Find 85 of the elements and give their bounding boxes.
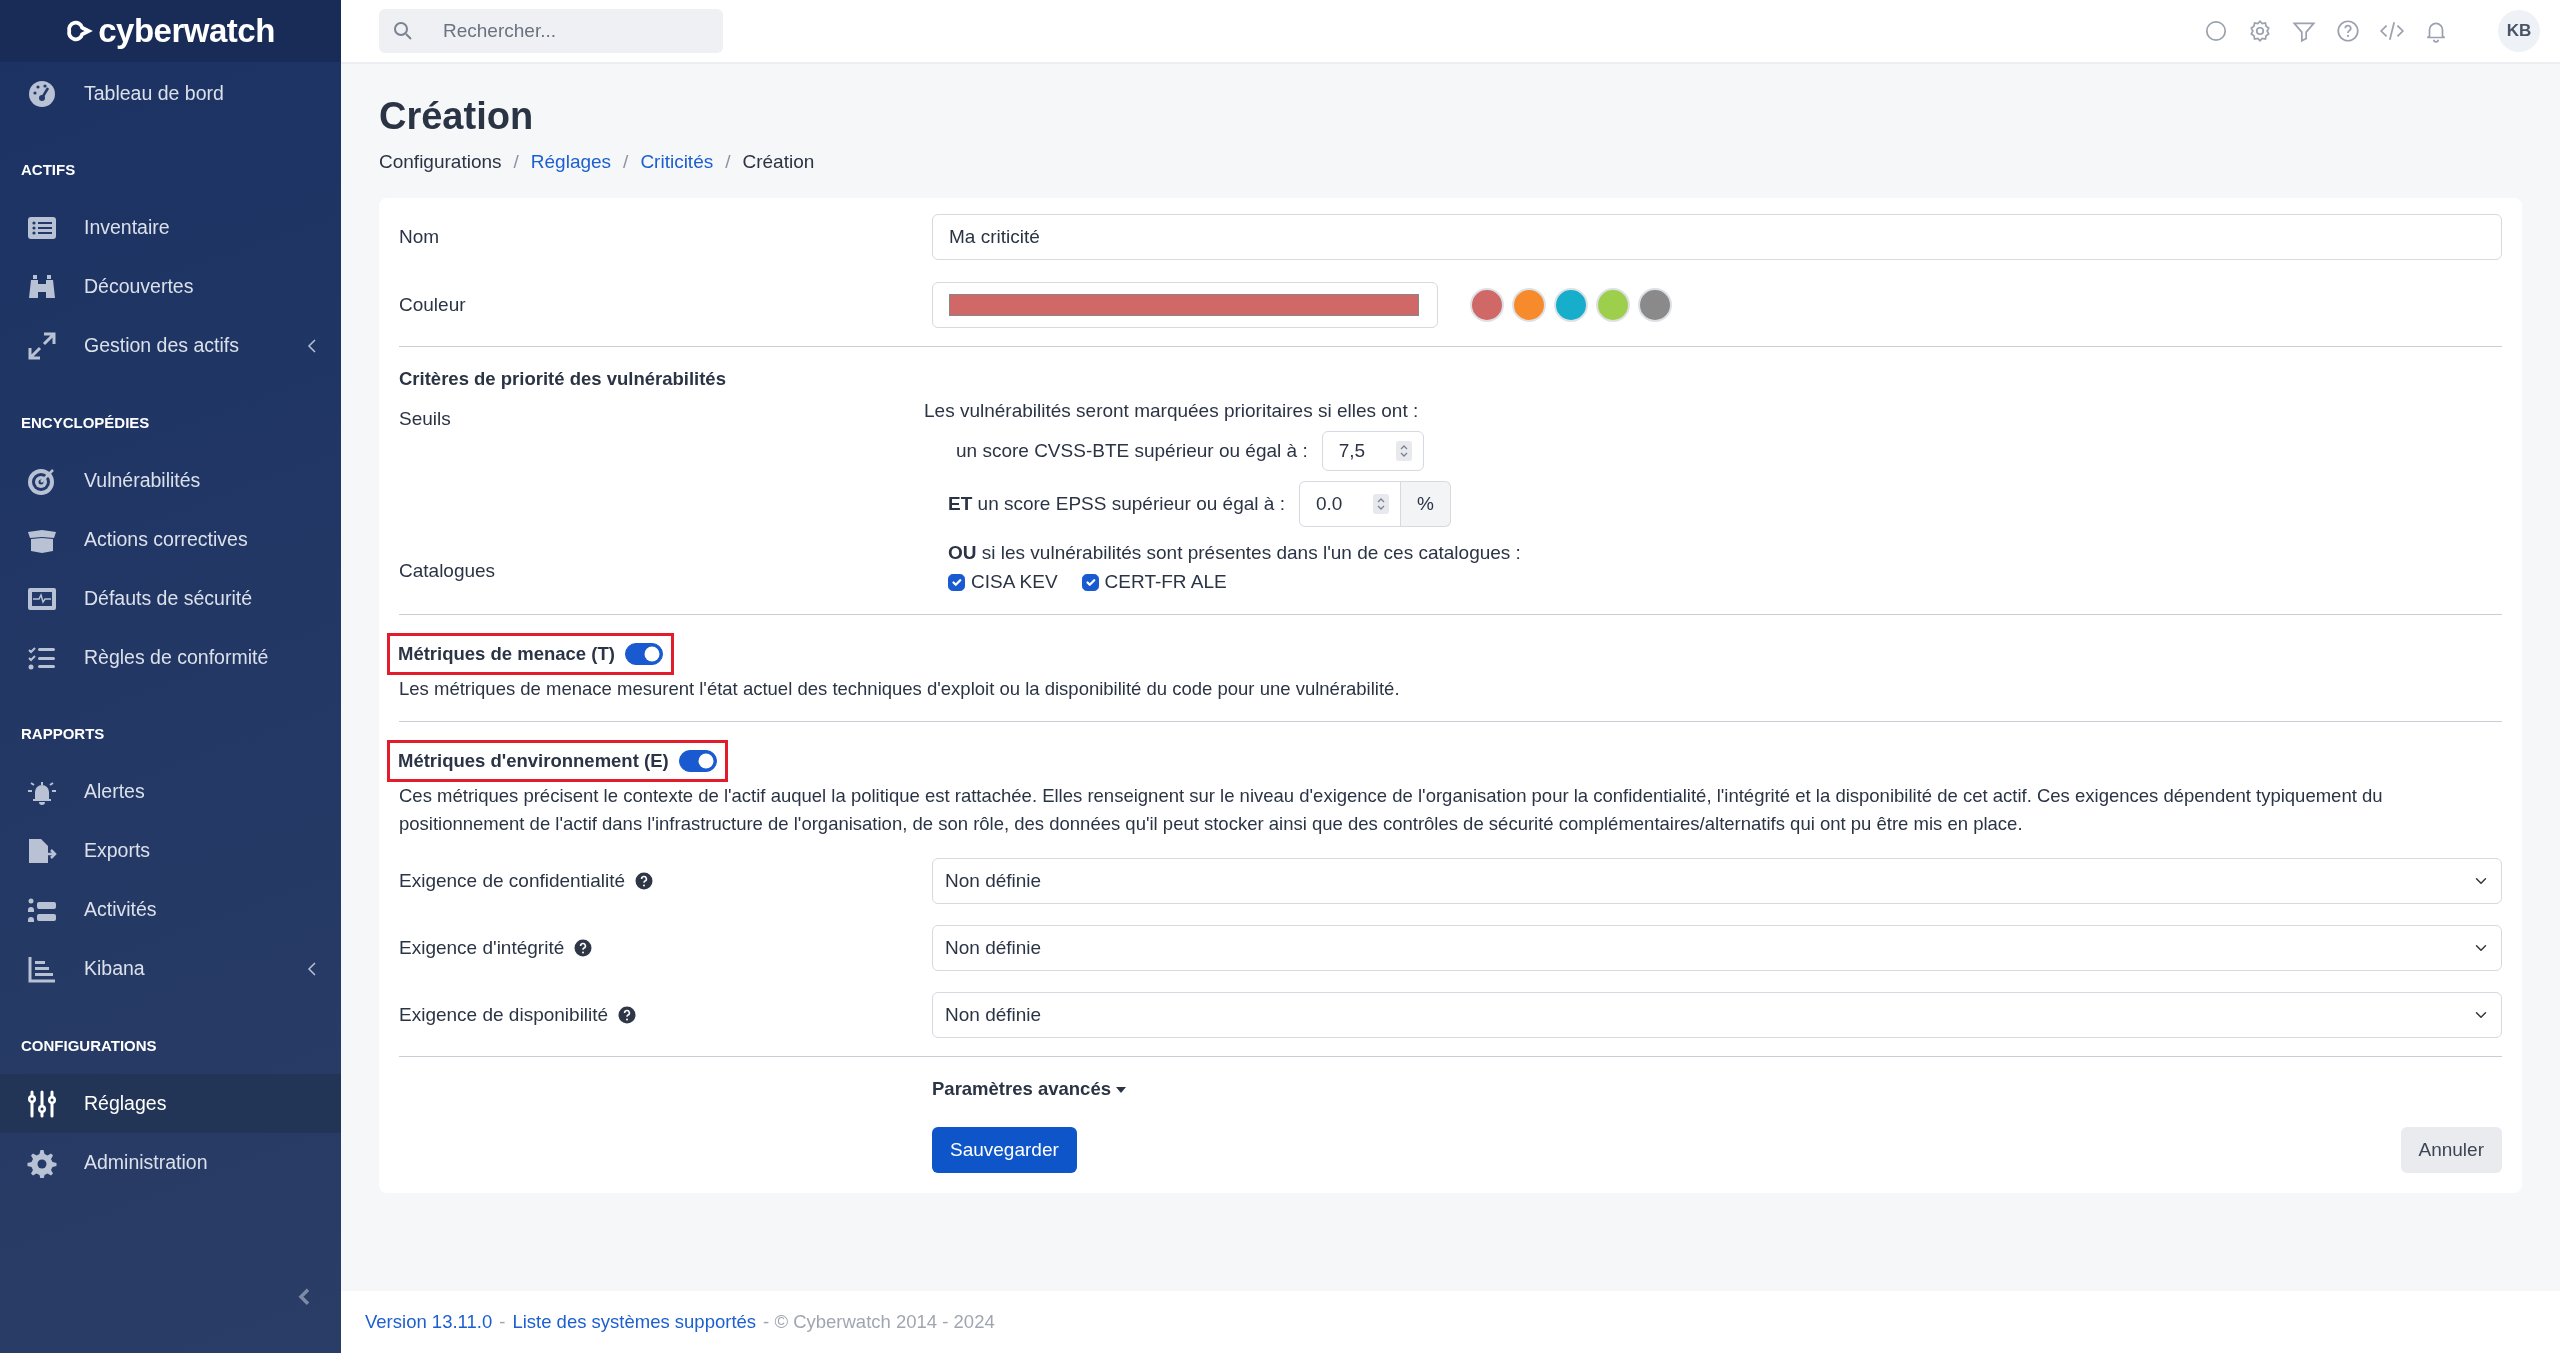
user-avatar[interactable]: KB [2498,10,2540,52]
toggle-switch[interactable] [624,643,663,666]
checkbox-label[interactable]: CERT-FR ALE [1104,567,1227,597]
section-heading: ENCYCLOPÉDIES [20,412,151,433]
bar-chart-icon [26,954,58,984]
version-link[interactable]: Version 13.11.0 [365,1308,493,1336]
help-icon[interactable] [574,938,593,957]
color-preset[interactable] [1638,288,1672,323]
cancel-button[interactable]: Annuler [2400,1126,2502,1174]
section-description: Les métriques de menace mesurent l'état actuel des techniques d'exploit ou la disponibilité du code pour une vulnérabilité. [399,677,1401,702]
page-title: Création [379,94,535,139]
section-description: Ces métriques précisent le contexte de l'actif auquel la politique est rattachée. Elles renseignent sur le niveau d'exigence de l'organisation pour la confidentialité, l'intégrité et la disponibilité de cet actif. Ces exigences dépendent typiquement du positionnement de l'actif dans l'infrastructure de l'organisation, de son rôle, des données qu'il peut stocker ainsi que des contrôles de sécurité complémentaires/alternatifs qui ont pu être mis en place. [399,783,2384,836]
sidebar-item[interactable]: Kibana [0,939,341,999]
sidebar-item[interactable]: Gestion des actifs [0,316,341,376]
field-label: Exigence de confidentialité [399,868,626,893]
sidebar-item[interactable]: Découvertes [0,257,341,317]
file-export-icon [26,836,58,866]
requirement-select[interactable]: Non définie [932,991,2502,1038]
unit-addon: % [1400,481,1451,528]
sidebar-item[interactable]: Vulnérabilités [0,451,341,510]
field-label: Nom [399,224,441,249]
field-label: Exigence d'intégrité [399,935,565,960]
gear-icon [26,1147,58,1178]
caret-icon [1116,1086,1127,1093]
breadcrumb-separator: / [623,149,629,174]
toggle-switch[interactable] [678,749,717,772]
breadcrumb-item: Configurations [379,149,502,174]
catalogues-intro: OU si les vulnérabilités sont présentes dans l'un de ces catalogues : [948,541,1522,566]
circle-icon[interactable] [2203,18,2229,44]
breadcrumb-separator: / [725,149,731,174]
color-preset[interactable] [1596,288,1630,323]
section-heading: ACTIFS [20,160,77,180]
color-preset[interactable] [1512,288,1546,323]
field-label: Catalogues [399,559,497,584]
number-field[interactable]: 7,5 [1321,431,1424,472]
search-icon [393,21,413,41]
sidebar-item[interactable]: Règles de conformité [0,628,341,687]
section-title: Métriques de menace (T) [398,642,615,667]
section-heading: RAPPORTS [20,724,106,744]
expand-arrows-icon [26,331,58,361]
breadcrumb-separator: / [513,149,519,174]
section-heading: CONFIGURATIONS [20,1035,158,1056]
checkbox-label[interactable]: CISA KEV [971,567,1058,597]
checkbox[interactable] [948,573,965,591]
breadcrumb-link[interactable]: Réglages [530,147,612,177]
sidebar-item[interactable]: Exports [0,821,341,881]
advanced-settings-toggle[interactable]: Paramètres avancés [932,1074,2502,1103]
dashboard-gauge-icon [26,78,58,109]
sidebar-item[interactable]: Administration [0,1133,341,1192]
search-field[interactable]: Rechercher... [379,9,723,53]
logo[interactable]: cyberwatch [0,0,341,62]
threshold-intro: Les vulnérabilités seront marquées prioritaires si elles ont : [924,398,1420,423]
sliders-icon [26,1088,58,1119]
breadcrumb-item: Création [742,149,815,174]
section-title: Métriques d'environnement (E) [398,749,669,774]
number-field[interactable]: 0.0 [1298,481,1401,528]
sidebar-item[interactable]: Réglages [0,1074,341,1133]
save-button[interactable]: Sauvegarder [932,1126,1077,1174]
sidebar-item[interactable]: Défauts de sécurité [0,569,341,628]
section-title: Critères de priorité des vulnérabilités [399,367,727,392]
sidebar-item[interactable]: Actions correctives [0,510,341,569]
logo-text: cyberwatch [98,11,275,52]
color-preset[interactable] [1554,288,1588,323]
field-label: Exigence de disponibilité [399,1002,609,1027]
sidebar-item[interactable]: Tableau de bord [0,64,341,123]
sidebar-item[interactable]: Alertes [0,762,341,822]
requirement-select[interactable]: Non définie [932,924,2502,971]
field-label: Couleur [399,292,467,317]
help-icon[interactable] [618,1005,637,1024]
copyright-text: - © Cyberwatch 2014 - 2024 [763,1310,995,1335]
sidebar-item[interactable]: Activités [0,880,341,940]
threshold-label: un score CVSS-BTE supérieur ou égal à : [956,439,1308,464]
logo-mark-icon [66,20,95,42]
supported-systems-link[interactable]: Liste des systèmes supportés [512,1308,757,1336]
settings-icon[interactable] [2247,18,2273,44]
breadcrumb-link[interactable]: Criticités [640,147,714,177]
threshold-label: ET un score EPSS supérieur ou égal à : [948,492,1285,517]
name-field[interactable]: Ma criticité [932,214,2502,261]
requirement-select[interactable]: Non définie [932,857,2502,904]
checkbox[interactable] [1081,573,1099,591]
color-field[interactable] [932,282,1438,329]
help-icon[interactable] [635,871,654,890]
color-preset[interactable] [1470,288,1504,323]
sidebar-item[interactable]: Inventaire [0,198,341,258]
footer-separator: - [499,1310,506,1335]
